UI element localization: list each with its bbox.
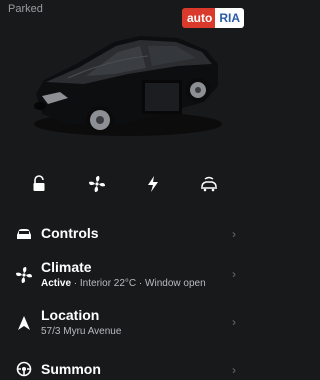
chevron-right-icon: › (232, 315, 236, 329)
fan-icon (89, 176, 105, 192)
menu-item-location[interactable]: Location 57/3 Myru Avenue › (0, 306, 250, 342)
climate-quick-button[interactable] (82, 170, 112, 198)
vehicle-status: Parked (8, 3, 43, 15)
bolt-icon (148, 176, 158, 192)
fan-icon (14, 265, 34, 285)
controls-title: Controls (41, 225, 99, 241)
summon-quick-button[interactable] (194, 170, 224, 198)
navigation-arrow-icon (14, 313, 34, 333)
unlock-button[interactable] (24, 170, 54, 198)
charge-quick-button[interactable] (138, 170, 168, 198)
car-icon (14, 224, 34, 244)
chevron-right-icon: › (232, 267, 236, 281)
climate-subtitle: Active · Interior 22°C · Window open (41, 278, 206, 289)
car-summon-icon (201, 176, 217, 192)
chevron-right-icon: › (232, 363, 236, 377)
summon-title: Summon (41, 361, 101, 377)
climate-detail: · Interior 22°C · Window open (71, 278, 206, 289)
location-address: 57/3 Myru Avenue (41, 326, 122, 337)
quick-actions-bar (0, 170, 250, 198)
menu-item-controls[interactable]: Controls › (0, 222, 250, 246)
climate-status: Active (41, 278, 72, 289)
steering-wheel-icon (14, 359, 34, 379)
climate-title: Climate (41, 259, 92, 275)
chevron-right-icon: › (232, 227, 236, 241)
location-title: Location (41, 307, 100, 323)
unlock-icon (33, 175, 45, 191)
car-image (34, 36, 222, 136)
menu-item-climate[interactable]: Climate Active · Interior 22°C · Window … (0, 258, 250, 294)
menu-item-summon[interactable]: Summon › (0, 358, 250, 380)
